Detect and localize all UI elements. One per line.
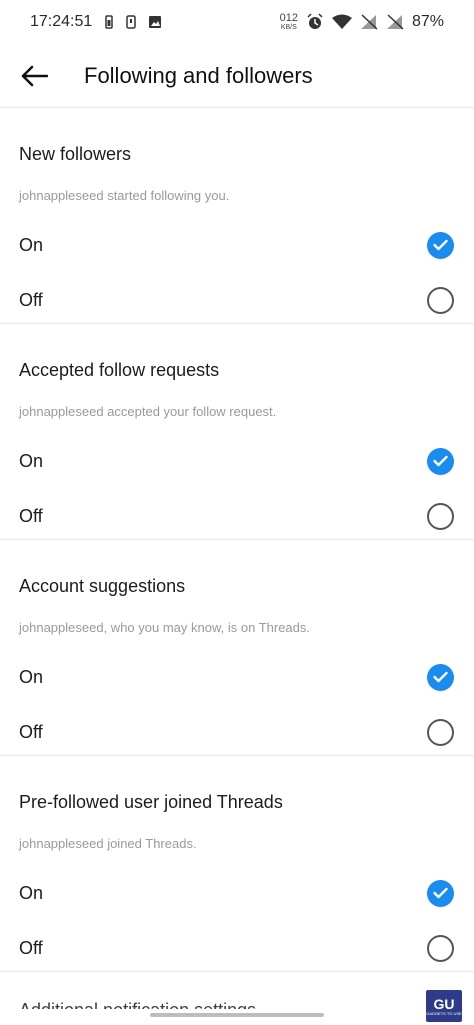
app-bar: Following and followers bbox=[0, 44, 474, 108]
network-speed: 012 KB/S bbox=[279, 11, 298, 32]
section-pre-followed-user-joined: Pre-followed user joined Threads johnapp… bbox=[0, 756, 474, 972]
radio-checked-icon[interactable] bbox=[427, 447, 454, 475]
section-description: johnappleseed, who you may know, is on T… bbox=[19, 620, 310, 635]
radio-unchecked-icon[interactable] bbox=[427, 286, 454, 314]
option-label: Off bbox=[19, 721, 43, 742]
option-on[interactable]: On bbox=[0, 219, 474, 271]
home-indicator bbox=[150, 1013, 324, 1017]
option-on[interactable]: On bbox=[0, 867, 474, 919]
section-description: johnappleseed accepted your follow reque… bbox=[19, 404, 277, 419]
radio-checked-icon[interactable] bbox=[427, 663, 454, 691]
phone-notification-icon bbox=[126, 15, 137, 29]
status-right: 012 KB/S 87% bbox=[279, 11, 444, 32]
option-label: Off bbox=[19, 289, 43, 310]
back-arrow-icon bbox=[21, 65, 48, 86]
status-bar: 17:24:51 012 KB/S 87% bbox=[0, 0, 474, 44]
signal-off-icon bbox=[360, 14, 378, 30]
radio-unchecked-icon[interactable] bbox=[427, 934, 454, 962]
watermark-small: GADGETS TO USE bbox=[426, 1010, 462, 1016]
section-title: New followers bbox=[19, 144, 132, 164]
partial-section-title[interactable]: Additional notification settings bbox=[19, 1000, 256, 1009]
option-on[interactable]: On bbox=[0, 651, 474, 703]
section-description: johnappleseed joined Threads. bbox=[19, 836, 197, 851]
radio-checked-icon[interactable] bbox=[427, 879, 454, 907]
battery-saver-icon bbox=[104, 15, 114, 29]
status-left: 17:24:51 bbox=[30, 13, 162, 31]
radio-checked-icon[interactable] bbox=[427, 231, 454, 259]
battery-percent: 87% bbox=[411, 13, 444, 30]
alarm-icon bbox=[306, 13, 324, 31]
watermark-logo: GU GADGETS TO USE bbox=[426, 990, 462, 1022]
image-notification-icon bbox=[148, 15, 162, 29]
option-off[interactable]: Off bbox=[0, 490, 474, 542]
network-speed-unit: KB/S bbox=[280, 23, 297, 31]
option-label: On bbox=[19, 666, 44, 687]
option-off[interactable]: Off bbox=[0, 274, 474, 326]
page-title: Following and followers bbox=[84, 62, 313, 88]
radio-unchecked-icon[interactable] bbox=[427, 718, 454, 746]
network-speed-value: 012 bbox=[279, 11, 298, 24]
section-title: Pre-followed user joined Threads bbox=[19, 792, 283, 812]
option-label: Off bbox=[19, 505, 43, 526]
section-title: Accepted follow requests bbox=[19, 360, 220, 380]
radio-unchecked-icon[interactable] bbox=[427, 502, 454, 530]
section-account-suggestions: Account suggestions johnappleseed, who y… bbox=[0, 540, 474, 756]
option-on[interactable]: On bbox=[0, 435, 474, 487]
section-accepted-follow-requests: Accepted follow requests johnappleseed a… bbox=[0, 324, 474, 540]
option-label: Off bbox=[19, 937, 43, 958]
section-new-followers: New followers johnappleseed started foll… bbox=[0, 108, 474, 324]
back-button[interactable] bbox=[14, 56, 54, 96]
signal-off-icon-2 bbox=[386, 14, 404, 30]
section-description: johnappleseed started following you. bbox=[19, 188, 230, 203]
option-label: On bbox=[19, 234, 44, 255]
watermark-big: GU bbox=[433, 995, 455, 1012]
option-label: On bbox=[19, 450, 44, 471]
option-label: On bbox=[19, 882, 44, 903]
status-time: 17:24:51 bbox=[30, 13, 93, 30]
wifi-icon bbox=[331, 14, 352, 30]
section-title: Account suggestions bbox=[19, 576, 186, 596]
option-off[interactable]: Off bbox=[0, 922, 474, 974]
settings-list: New followers johnappleseed started foll… bbox=[0, 108, 474, 972]
option-off[interactable]: Off bbox=[0, 706, 474, 758]
